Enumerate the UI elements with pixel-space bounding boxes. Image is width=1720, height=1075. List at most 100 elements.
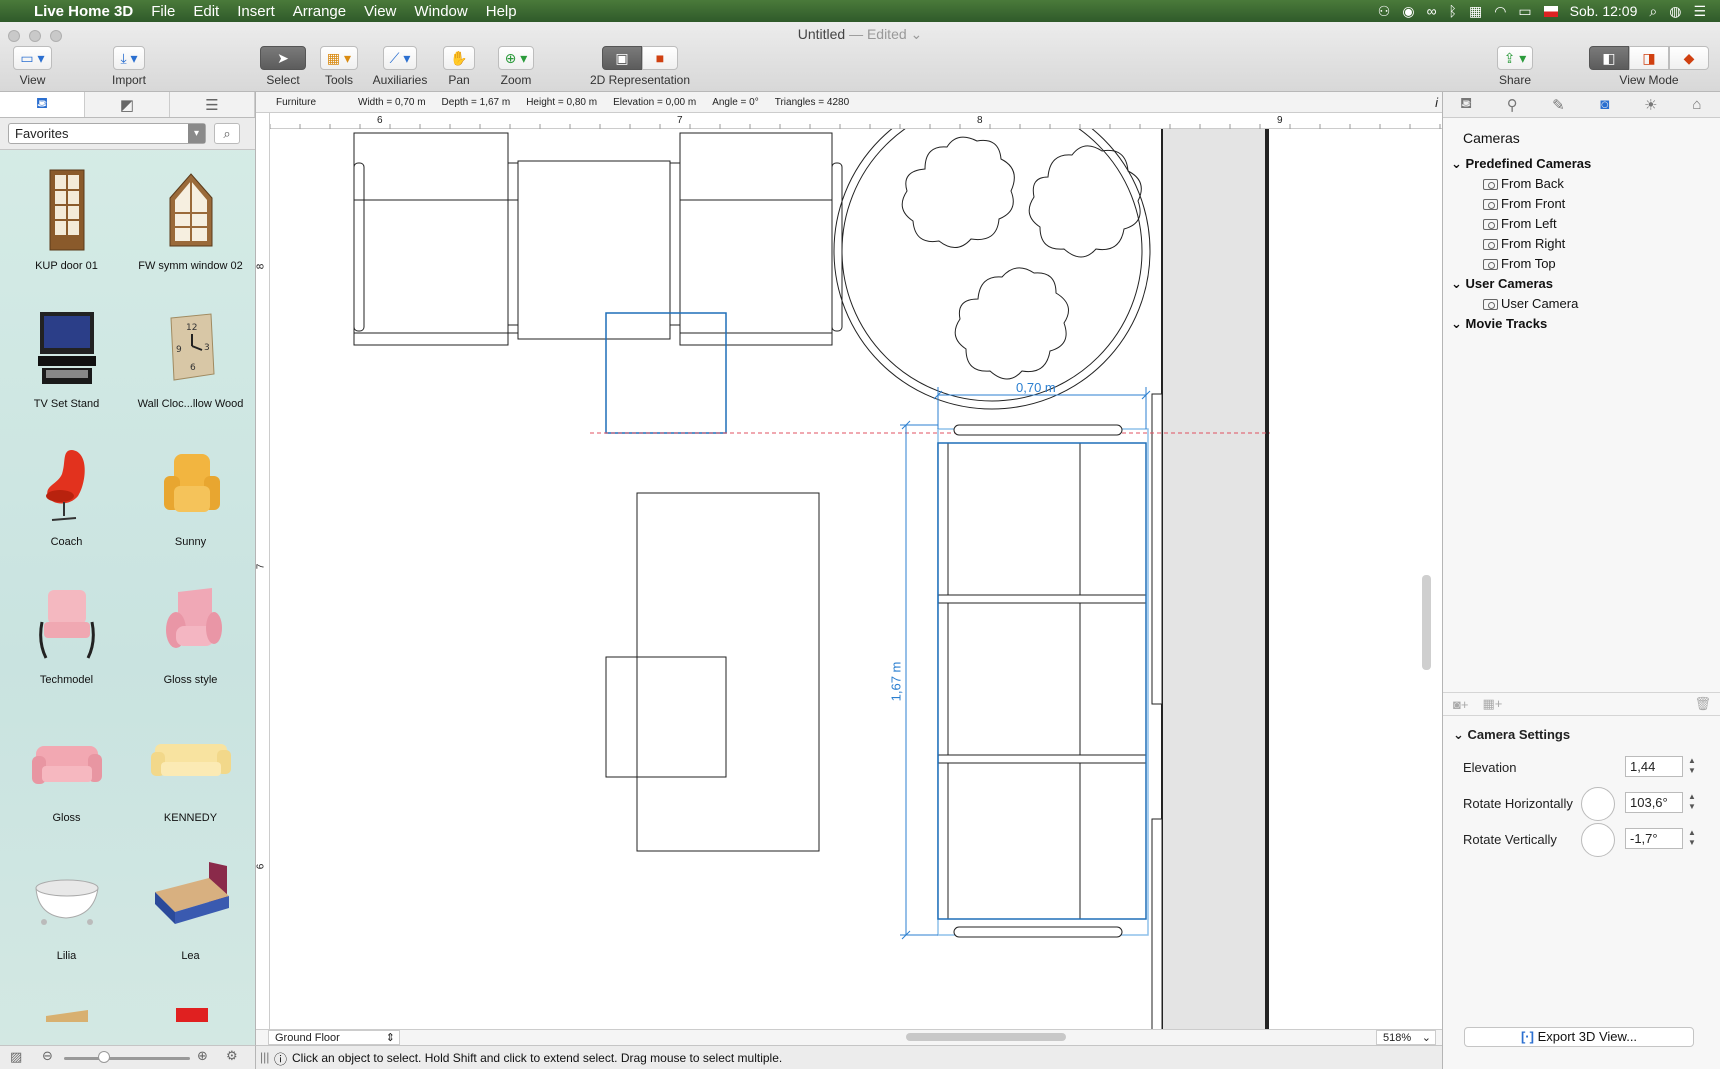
- auxiliaries-tool[interactable]: ⟋ ▾ Auxiliaries: [372, 46, 428, 87]
- camera-item[interactable]: From Right: [1443, 234, 1720, 254]
- app-menu[interactable]: Live Home 3D: [25, 3, 142, 20]
- representation-toggle[interactable]: ▣ ■: [602, 46, 678, 70]
- zoom-icon[interactable]: ⊕ ▾: [497, 46, 535, 70]
- import-icon[interactable]: ⤓ ▾: [113, 46, 145, 70]
- library-item[interactable]: KUP door 01: [4, 154, 129, 292]
- export-3d-view-button[interactable]: [·] Export 3D View...: [1464, 1027, 1694, 1047]
- menu-view[interactable]: View: [355, 3, 405, 20]
- camera-item[interactable]: User Camera: [1443, 294, 1720, 314]
- battery-icon[interactable]: ▭: [1518, 3, 1531, 20]
- library-item[interactable]: Gloss: [4, 706, 129, 844]
- materials-tab-icon[interactable]: ◩: [85, 92, 170, 117]
- siri-icon[interactable]: ◍: [1669, 3, 1681, 20]
- zoom-out-icon[interactable]: ⊖: [42, 1048, 53, 1064]
- rotate-horizontal-dial[interactable]: [1581, 787, 1615, 821]
- library-item[interactable]: FW symm window 02: [128, 154, 253, 292]
- slider-thumb[interactable]: [98, 1051, 110, 1063]
- help-icon[interactable]: ⓘ: [274, 1049, 287, 1068]
- image-icon[interactable]: ▨: [10, 1049, 22, 1065]
- camera-settings-header[interactable]: ⌄ Camera Settings: [1443, 720, 1720, 750]
- share-icon[interactable]: ⇪ ▾: [1496, 46, 1534, 70]
- selected-sofa[interactable]: [937, 424, 1149, 938]
- library-item[interactable]: Lea: [128, 844, 253, 982]
- building-tab-icon[interactable]: ⌂: [1674, 92, 1720, 117]
- menu-help[interactable]: Help: [477, 3, 526, 20]
- trash-icon[interactable]: 🗑: [1694, 696, 1711, 712]
- library-item[interactable]: Coach: [4, 430, 129, 568]
- rotate-vertical-stepper[interactable]: ▲ ▼: [1687, 828, 1697, 849]
- rotate-vertical-field[interactable]: -1,7°: [1625, 828, 1683, 849]
- tree-group-user[interactable]: ⌄ User Cameras: [1443, 274, 1720, 294]
- library-item[interactable]: KENNEDY: [128, 706, 253, 844]
- status-icon[interactable]: ◉: [1402, 3, 1414, 20]
- camera-item[interactable]: From Left: [1443, 214, 1720, 234]
- view-mode-switch[interactable]: ◧ ◨ ◆ View Mode: [1586, 46, 1712, 87]
- thumbnail-size-slider[interactable]: [64, 1057, 190, 1060]
- info-icon[interactable]: i: [1435, 95, 1438, 110]
- keyboard-icon[interactable]: ▦: [1469, 3, 1482, 20]
- elevation-stepper[interactable]: ▲ ▼: [1687, 756, 1697, 777]
- share-tool[interactable]: ⇪ ▾ Share: [1490, 46, 1540, 87]
- hand-icon[interactable]: ✋: [443, 46, 475, 70]
- stamp-tab-icon[interactable]: ⚲: [1489, 92, 1535, 117]
- camera-tab-icon[interactable]: ◙: [1582, 92, 1628, 117]
- menu-file[interactable]: File: [142, 3, 184, 20]
- menu-arrange[interactable]: Arrange: [284, 3, 355, 20]
- library-item[interactable]: Techmodel: [4, 568, 129, 706]
- spotlight-icon[interactable]: ⌕: [1649, 3, 1657, 20]
- library-item[interactable]: Gloss style: [128, 568, 253, 706]
- view-mode-toggle[interactable]: ◧ ◨ ◆: [1589, 46, 1709, 70]
- view-icon[interactable]: ▭ ▾: [13, 46, 52, 70]
- round-table[interactable]: [833, 129, 1151, 410]
- camera-item[interactable]: From Front: [1443, 194, 1720, 214]
- pointer-icon[interactable]: ➤: [260, 46, 306, 70]
- rotate-horizontal-field[interactable]: 103,6°: [1625, 792, 1683, 813]
- import-tool[interactable]: ⤓ ▾ Import: [103, 46, 155, 87]
- rotate-vertical-dial[interactable]: [1581, 823, 1615, 857]
- menu-insert[interactable]: Insert: [228, 3, 284, 20]
- auxiliaries-icon[interactable]: ⟋ ▾: [382, 46, 418, 70]
- menu-edit[interactable]: Edit: [184, 3, 228, 20]
- floor-plan-canvas[interactable]: 0,70 m 1,67 m: [270, 129, 1436, 1029]
- menu-window[interactable]: Window: [405, 3, 476, 20]
- sidebar-toggle-icon[interactable]: |||: [260, 1050, 269, 1064]
- clock[interactable]: Sob. 12:09: [1570, 3, 1638, 19]
- library-item[interactable]: TV Set Stand: [4, 292, 129, 430]
- select-tool[interactable]: ➤ Select: [259, 46, 307, 87]
- bluetooth-icon[interactable]: ᛒ: [1449, 3, 1457, 19]
- armchair-left[interactable]: [353, 132, 524, 346]
- creative-cloud-icon[interactable]: ∞: [1427, 3, 1437, 19]
- tools-icon[interactable]: ▦ ▾: [319, 46, 359, 70]
- horizontal-scrollbar[interactable]: [906, 1033, 1066, 1041]
- zoom-in-icon[interactable]: ⊕: [197, 1048, 208, 1064]
- gear-icon[interactable]: ⚙: [226, 1048, 238, 1064]
- library-item[interactable]: Sunny: [128, 430, 253, 568]
- camera-item[interactable]: From Back: [1443, 174, 1720, 194]
- list-tab-icon[interactable]: ☰: [170, 92, 255, 117]
- plan-3d-icon[interactable]: ◨: [1629, 46, 1669, 70]
- representation-switch[interactable]: ▣ ■ 2D Representation: [588, 46, 692, 87]
- library-item[interactable]: [128, 982, 253, 1022]
- elevation-field[interactable]: 1,44: [1625, 756, 1683, 777]
- furniture-tab-icon[interactable]: ⛾: [0, 92, 85, 117]
- zoom-tool[interactable]: ⊕ ▾ Zoom: [493, 46, 539, 87]
- notification-icon[interactable]: ☰: [1693, 3, 1706, 20]
- vertical-scrollbar[interactable]: [1422, 575, 1431, 670]
- library-item[interactable]: [4, 982, 129, 1022]
- pan-tool[interactable]: ✋ Pan: [436, 46, 482, 87]
- 3d-view-icon[interactable]: ■: [642, 46, 678, 70]
- library-item[interactable]: Lilia: [4, 844, 129, 982]
- status-icon[interactable]: ⚇: [1378, 3, 1391, 20]
- light-tab-icon[interactable]: ☀: [1628, 92, 1674, 117]
- rotate-horizontal-stepper[interactable]: ▲ ▼: [1687, 792, 1697, 813]
- zoom-select[interactable]: 518% ⌄: [1376, 1030, 1436, 1045]
- search-icon[interactable]: ⌕: [214, 123, 240, 144]
- tools-tool[interactable]: ▦ ▾ Tools: [316, 46, 362, 87]
- 3d-only-icon[interactable]: ◆: [1669, 46, 1709, 70]
- window-title[interactable]: Untitled — Edited ⌄: [0, 26, 1720, 43]
- 2d-plan-icon[interactable]: ▣: [602, 46, 642, 70]
- tree-group-movie[interactable]: ⌄ Movie Tracks: [1443, 314, 1720, 334]
- camera-item[interactable]: From Top: [1443, 254, 1720, 274]
- furniture-tab-icon[interactable]: ⛾: [1443, 92, 1489, 117]
- pencil-tab-icon[interactable]: ✎: [1535, 92, 1581, 117]
